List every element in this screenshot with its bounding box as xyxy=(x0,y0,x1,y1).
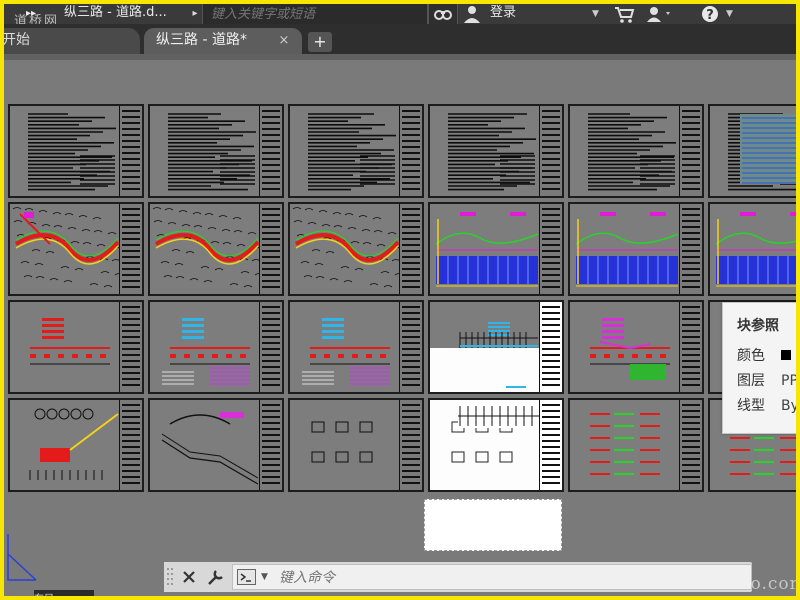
drawing-sheet[interactable] xyxy=(568,104,704,198)
title-block xyxy=(539,400,562,490)
title-block xyxy=(679,204,702,294)
title-block xyxy=(399,400,422,490)
drawing-sheet[interactable] xyxy=(148,202,284,296)
title-block xyxy=(679,302,702,392)
tab-document[interactable]: 纵三路 - 道路* × xyxy=(144,28,302,54)
title-block xyxy=(119,204,142,294)
title-block xyxy=(259,204,282,294)
title-block xyxy=(119,106,142,196)
title-block xyxy=(539,302,562,392)
help-dropdown-icon[interactable]: ▼ xyxy=(726,4,738,24)
title-block xyxy=(679,106,702,196)
sheet-drawing xyxy=(728,113,796,191)
file-tabs: 开始 纵三路 - 道路* × + xyxy=(4,24,796,54)
exchange-icon[interactable] xyxy=(644,4,674,24)
drawing-sheets[interactable] xyxy=(8,104,796,500)
sheet-paper-extension xyxy=(424,499,562,551)
title-chevron-icon[interactable]: ▸ xyxy=(188,4,202,24)
cart-icon[interactable] xyxy=(612,4,636,24)
title-block xyxy=(679,400,702,490)
title-block xyxy=(119,400,142,490)
layout-tab[interactable]: 布局 xyxy=(34,590,94,596)
drawing-sheet[interactable] xyxy=(8,202,144,296)
login-dropdown-icon[interactable]: ▼ xyxy=(592,4,604,24)
tooltip-title: 块参照 xyxy=(737,318,779,334)
drawing-sheet[interactable] xyxy=(8,300,144,394)
watermark-url: www.cndao.com xyxy=(654,574,796,594)
tab-start[interactable]: 开始 xyxy=(4,28,140,54)
title-block xyxy=(399,106,422,196)
drawing-sheet[interactable] xyxy=(148,398,284,492)
tooltip-value: PP xyxy=(781,373,796,389)
drawing-sheet[interactable] xyxy=(288,398,424,492)
title-bar: ▸▸ 纵三路 - 道路.d... ▸ 登录 ▼ xyxy=(4,4,796,26)
color-swatch xyxy=(781,350,791,360)
drawing-sheet[interactable] xyxy=(288,104,424,198)
drawing-sheet[interactable] xyxy=(568,300,704,394)
title-block xyxy=(259,400,282,490)
title-block xyxy=(259,302,282,392)
tooltip-label: 颜色 xyxy=(737,348,765,364)
svg-text:?: ? xyxy=(706,8,714,23)
wrench-icon[interactable] xyxy=(206,567,226,587)
drawing-sheet[interactable] xyxy=(288,202,424,296)
tooltip-label: 图层 xyxy=(737,373,765,389)
title-block xyxy=(399,302,422,392)
ribbon-collapsed xyxy=(4,54,796,60)
tooltip-row-linetype: 线型 By xyxy=(737,395,796,415)
drawing-sheet[interactable] xyxy=(428,300,564,394)
new-tab-button[interactable]: + xyxy=(308,32,332,52)
ucs-icon xyxy=(4,524,40,586)
help-icon[interactable]: ? xyxy=(700,4,720,24)
search-button[interactable] xyxy=(428,4,458,26)
sheet-drawing xyxy=(715,212,796,287)
drawing-sheet[interactable] xyxy=(568,202,704,296)
title-block xyxy=(259,106,282,196)
tab-document-label: 纵三路 - 道路* xyxy=(156,32,247,48)
properties-tooltip: 块参照 颜色 图层 PP 线型 By xyxy=(722,302,796,434)
tooltip-row-color: 颜色 xyxy=(737,345,795,365)
chevron-down-icon[interactable]: ▼ xyxy=(261,567,268,587)
title-block xyxy=(539,106,562,196)
search-box[interactable] xyxy=(202,4,428,26)
drawing-sheet[interactable] xyxy=(428,202,564,296)
tooltip-row-layer: 图层 PP xyxy=(737,370,796,390)
drawing-sheet[interactable] xyxy=(288,300,424,394)
drawing-sheet[interactable] xyxy=(568,398,704,492)
drawing-sheet[interactable] xyxy=(148,300,284,394)
close-icon[interactable]: × xyxy=(277,34,291,48)
user-icon[interactable] xyxy=(462,4,482,24)
tooltip-value: By xyxy=(781,398,796,414)
drawing-sheet[interactable] xyxy=(8,104,144,198)
tooltip-label: 线型 xyxy=(737,398,765,414)
document-title: 纵三路 - 道路.d... xyxy=(64,5,167,20)
autocad-window: ▸▸ 纵三路 - 道路.d... ▸ 登录 ▼ xyxy=(4,4,796,596)
command-prompt-icon[interactable] xyxy=(237,569,259,585)
drawing-sheet[interactable] xyxy=(8,398,144,492)
command-line-grip[interactable] xyxy=(164,562,176,592)
drawing-sheet[interactable] xyxy=(148,104,284,198)
login-label[interactable]: 登录 xyxy=(490,4,516,22)
search-input[interactable] xyxy=(209,4,427,25)
close-icon[interactable] xyxy=(180,568,198,586)
drawing-sheet[interactable] xyxy=(708,202,796,296)
title-block xyxy=(399,204,422,294)
drawing-sheet[interactable] xyxy=(708,104,796,198)
binoculars-icon xyxy=(434,10,452,20)
drawing-sheet[interactable] xyxy=(428,104,564,198)
title-block xyxy=(119,302,142,392)
drawing-sheet[interactable] xyxy=(428,398,564,492)
title-block xyxy=(539,204,562,294)
